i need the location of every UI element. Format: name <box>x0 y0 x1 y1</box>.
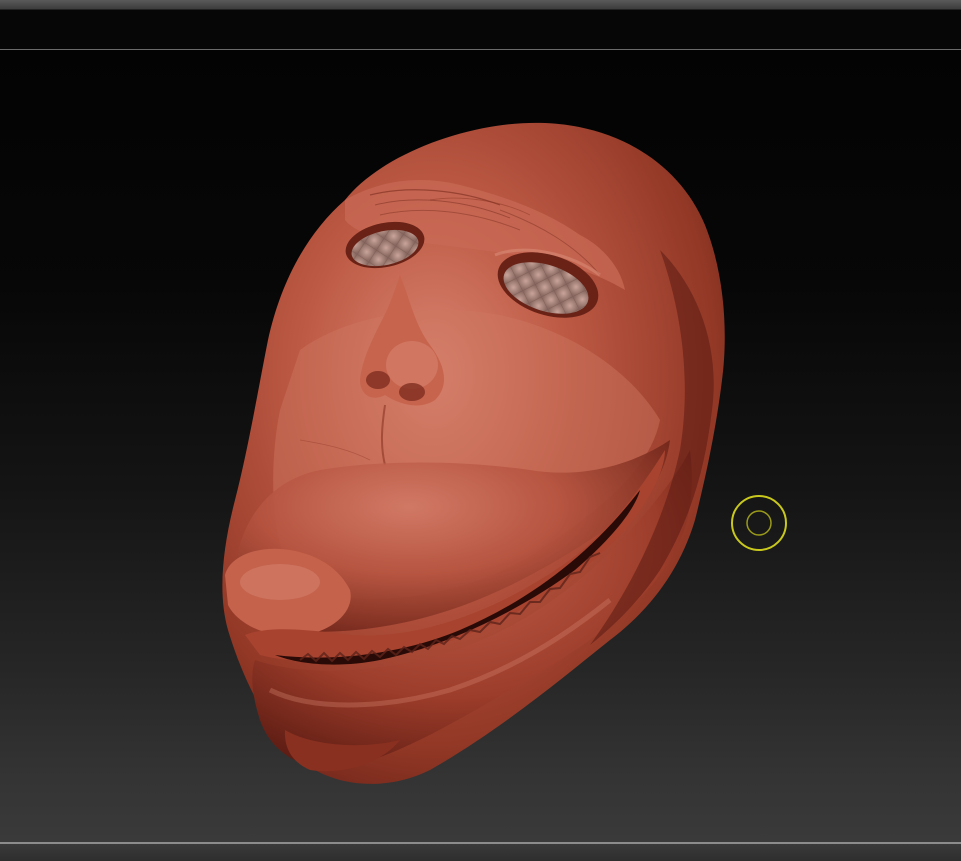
brush-cursor-ring-icon <box>731 495 787 551</box>
title-bar <box>0 0 961 10</box>
bottom-status-bar <box>0 844 961 861</box>
sculpt-app-window <box>0 0 961 861</box>
top-toolbar-strip <box>0 10 961 49</box>
sculpted-head-model[interactable] <box>0 50 961 842</box>
3d-viewport-canvas[interactable] <box>0 50 961 842</box>
